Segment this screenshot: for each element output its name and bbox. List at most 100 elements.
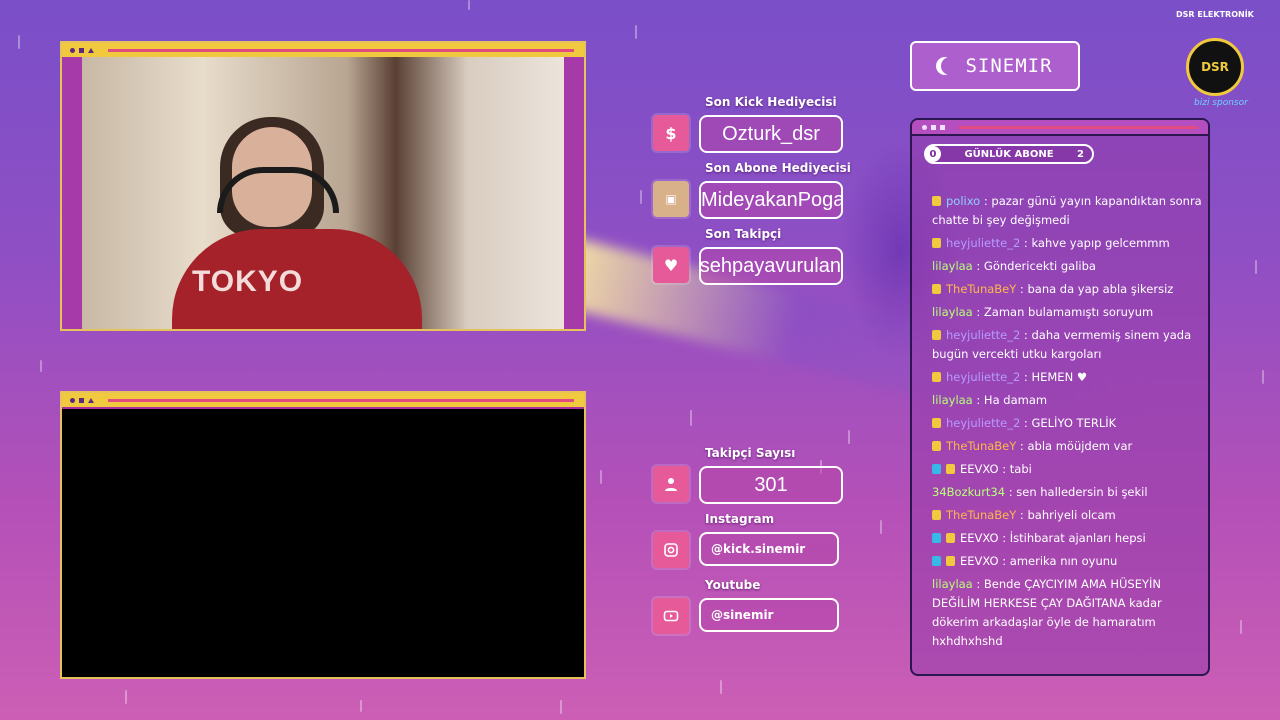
subscriber-badge-icon	[946, 533, 955, 543]
chat-message: heyjuliette_2 : HEMEN ♥	[932, 368, 1204, 387]
chat-message: polixo : pazar günü yayın kapandıktan so…	[932, 192, 1204, 230]
chat-separator: :	[972, 305, 984, 319]
chat-message: TheTunaBeY : abla möüjdem var	[932, 437, 1204, 456]
chat-separator: :	[972, 577, 984, 591]
subscriber-badge-icon	[932, 196, 941, 206]
daily-sub-label: GÜNLÜK ABONE	[964, 148, 1054, 160]
chat-username[interactable]: TheTunaBeY	[946, 282, 1016, 296]
chat-username[interactable]: lilaylaa	[932, 577, 973, 591]
sponsor-logo-title: DSR ELEKTRONİK	[1176, 10, 1254, 19]
chat-text: amerika nın oyunu	[1009, 554, 1118, 568]
chat-panel: 0 GÜNLÜK ABONE 2 polixo : pazar günü yay…	[910, 118, 1210, 676]
chat-message: lilaylaa : Ha damam	[932, 391, 1204, 410]
chat-username[interactable]: EEVXO	[960, 462, 999, 476]
webcam-video: TOKYO	[82, 57, 564, 329]
chat-text: kahve yapıp gelcemmm	[1031, 236, 1170, 250]
follower-value: sehpayavurulan	[699, 247, 843, 285]
daily-sub-goal: 0 GÜNLÜK ABONE 2	[924, 144, 1094, 164]
chat-text: GELİYO TERLİK	[1031, 416, 1117, 430]
chat-separator: :	[1016, 439, 1028, 453]
subscriber-badge-icon	[946, 556, 955, 566]
user-icon	[653, 466, 689, 502]
youtube-label: Youtube	[705, 578, 761, 592]
daily-sub-current: 0	[925, 146, 941, 162]
chat-separator: :	[1005, 485, 1017, 499]
chat-text: tabi	[1009, 462, 1032, 476]
chat-message: EEVXO : İstihbarat ajanları hepsi	[932, 529, 1204, 548]
chat-separator: :	[998, 462, 1010, 476]
instagram-label: Instagram	[705, 512, 775, 526]
subscriber-badge-icon	[932, 238, 941, 248]
chat-text: bahriyeli olcam	[1027, 508, 1116, 522]
chat-username[interactable]: TheTunaBeY	[946, 508, 1016, 522]
chat-message: lilaylaa : Zaman bulamamıştı soruyum	[932, 303, 1204, 322]
chat-text: bana da yap abla şikersiz	[1027, 282, 1174, 296]
youtube-icon	[653, 598, 689, 634]
subscriber-badge-icon	[932, 510, 941, 520]
chat-separator: :	[1016, 508, 1028, 522]
chat-separator: :	[1020, 416, 1032, 430]
follower-label: Son Takipçi	[705, 227, 782, 241]
chat-username[interactable]: polixo	[946, 194, 980, 208]
chat-message: 34Bozkurt34 : sen halledersin bi şekil	[932, 483, 1204, 502]
chat-separator: :	[1020, 236, 1032, 250]
chat-separator: :	[1020, 370, 1032, 384]
follower-count-label: Takipçi Sayısı	[705, 446, 796, 460]
gameplay-frame-titlebar	[62, 393, 584, 409]
chat-username[interactable]: heyjuliette_2	[946, 416, 1020, 430]
kick-gift-value: Ozturk_dsr	[699, 115, 843, 153]
chat-text: Zaman bulamamıştı soruyum	[983, 305, 1154, 319]
chat-message: heyjuliette_2 : daha vermemiş sinem yada…	[932, 326, 1204, 364]
chat-message: heyjuliette_2 : GELİYO TERLİK	[932, 414, 1204, 433]
cube-badge-icon	[932, 533, 941, 543]
chat-username[interactable]: lilaylaa	[932, 393, 973, 407]
chat-message: lilaylaa : Göndericekti galiba	[932, 257, 1204, 276]
subscriber-badge-icon	[932, 418, 941, 428]
chat-username[interactable]: lilaylaa	[932, 259, 973, 273]
chat-separator: :	[980, 194, 992, 208]
channel-name-button[interactable]: SINEMIR	[910, 41, 1080, 91]
daily-sub-target: 2	[1077, 148, 1084, 160]
gift-icon: ▣	[653, 181, 689, 217]
sub-gift-value: MideyakanPogaca	[699, 181, 843, 219]
chat-text: Göndericekti galiba	[983, 259, 1096, 273]
chat-username[interactable]: EEVXO	[960, 531, 999, 545]
subscriber-badge-icon	[946, 464, 955, 474]
channel-name: SINEMIR	[965, 55, 1053, 77]
moon-icon	[941, 57, 959, 75]
subscriber-badge-icon	[932, 441, 941, 451]
chat-message: EEVXO : tabi	[932, 460, 1204, 479]
chat-titlebar	[912, 120, 1208, 136]
chat-message: lilaylaa : Bende ÇAYCIYIM AMA HÜSEYİN DE…	[932, 575, 1204, 651]
chat-message: heyjuliette_2 : kahve yapıp gelcemmm	[932, 234, 1204, 253]
instagram-icon	[653, 532, 689, 568]
chat-separator: :	[972, 259, 984, 273]
dollar-icon: $	[653, 115, 689, 151]
instagram-value[interactable]: @kick.sinemir	[699, 532, 839, 566]
chat-text: abla möüjdem var	[1027, 439, 1133, 453]
sub-gift-label: Son Abone Hediyecisi	[705, 161, 851, 175]
chat-message: TheTunaBeY : bahriyeli olcam	[932, 506, 1204, 525]
chat-text: HEMEN ♥	[1031, 370, 1088, 384]
chat-text: İstihbarat ajanları hepsi	[1009, 531, 1146, 545]
follower-count-value: 301	[699, 466, 843, 504]
chat-username[interactable]: TheTunaBeY	[946, 439, 1016, 453]
gameplay-frame	[60, 391, 586, 679]
shirt-text: TOKYO	[192, 265, 304, 298]
chat-separator: :	[998, 554, 1010, 568]
kick-gift-label: Son Kick Hediyecisi	[705, 95, 837, 109]
chat-username[interactable]: heyjuliette_2	[946, 236, 1020, 250]
chat-message-list: polixo : pazar günü yayın kapandıktan so…	[932, 192, 1204, 655]
chat-username[interactable]: heyjuliette_2	[946, 370, 1020, 384]
chat-message: TheTunaBeY : bana da yap abla şikersiz	[932, 280, 1204, 299]
chat-username[interactable]: EEVXO	[960, 554, 999, 568]
youtube-value[interactable]: @sinemir	[699, 598, 839, 632]
chat-text: Ha damam	[983, 393, 1048, 407]
chat-separator: :	[998, 531, 1010, 545]
chat-username[interactable]: heyjuliette_2	[946, 328, 1020, 342]
chat-username[interactable]: 34Bozkurt34	[932, 485, 1005, 499]
subscriber-badge-icon	[932, 284, 941, 294]
subscriber-badge-icon	[932, 330, 941, 340]
cube-badge-icon	[932, 464, 941, 474]
chat-username[interactable]: lilaylaa	[932, 305, 973, 319]
